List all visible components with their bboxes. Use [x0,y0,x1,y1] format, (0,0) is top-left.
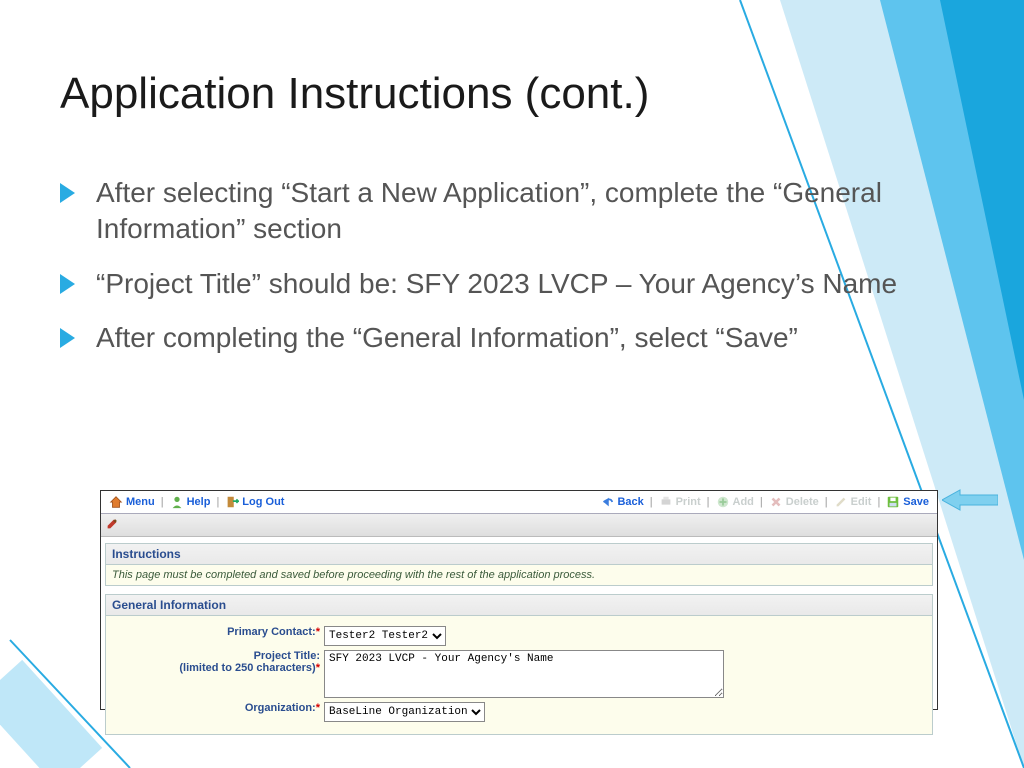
project-title-label: Project Title: (limited to 250 character… [110,650,324,674]
help-button[interactable]: Help [166,495,215,509]
instructions-header: Instructions [105,543,933,565]
paintbrush-icon [105,517,119,531]
delete-label: Delete [786,496,819,508]
home-icon [109,495,123,509]
edit-label: Edit [851,496,872,508]
toolbar-separator: | [159,496,166,508]
project-title-textarea[interactable] [324,650,724,698]
toolbar-separator: | [758,496,765,508]
toolbar-left-group: Menu | Help | Log Out [105,495,288,509]
project-title-row: Project Title: (limited to 250 character… [110,650,928,698]
help-label: Help [187,496,211,508]
primary-contact-select[interactable]: Tester2 Tester2 [324,626,446,646]
toolbar-separator: | [214,496,221,508]
toolbar-right-group: Back | Print | Add | Delete | Edit | [596,495,933,509]
bullet-triangle-icon [60,274,75,294]
primary-contact-label: Primary Contact:* [110,626,324,638]
toolbar-separator: | [648,496,655,508]
organization-select[interactable]: BaseLine Organization [324,702,485,722]
edit-button: Edit [830,495,876,509]
bullet-text: After completing the “General Informatio… [96,322,798,353]
logout-label: Log Out [242,496,284,508]
print-button: Print [655,495,705,509]
floppy-icon [886,495,900,509]
bullet-item: After selecting “Start a New Application… [60,175,900,248]
general-information-header: General Information [105,594,933,616]
toolbar-separator: | [875,496,882,508]
delete-button: Delete [765,495,823,509]
printer-icon [659,495,673,509]
general-information-form: Primary Contact:* Tester2 Tester2 Projec… [105,616,933,735]
back-label: Back [617,496,643,508]
instructions-note: This page must be completed and saved be… [105,565,933,586]
primary-contact-row: Primary Contact:* Tester2 Tester2 [110,626,928,646]
person-icon [170,495,184,509]
callout-arrow-left-icon [942,488,998,512]
toolbar-separator: | [705,496,712,508]
bullet-list: After selecting “Start a New Application… [60,175,900,375]
save-button[interactable]: Save [882,495,933,509]
embedded-app-screenshot: Menu | Help | Log Out Back | Print [100,490,938,710]
toolbar-separator: | [823,496,830,508]
bullet-triangle-icon [60,328,75,348]
slide-title: Application Instructions (cont.) [60,69,649,119]
app-toolbar: Menu | Help | Log Out Back | Print [101,491,937,514]
bullet-text: “Project Title” should be: SFY 2023 LVCP… [96,268,897,299]
menu-label: Menu [126,496,155,508]
door-icon [225,495,239,509]
plus-icon [716,495,730,509]
back-button[interactable]: Back [596,495,647,509]
x-icon [769,495,783,509]
logout-button[interactable]: Log Out [221,495,288,509]
panel-toolbar [101,514,937,537]
bullet-triangle-icon [60,183,75,203]
organization-row: Organization:* BaseLine Organization [110,702,928,722]
bullet-item: “Project Title” should be: SFY 2023 LVCP… [60,266,900,302]
print-label: Print [676,496,701,508]
organization-label: Organization:* [110,702,324,714]
save-label: Save [903,496,929,508]
pencil-icon [834,495,848,509]
bullet-text: After selecting “Start a New Application… [96,177,882,244]
menu-button[interactable]: Menu [105,495,159,509]
add-button: Add [712,495,758,509]
bullet-item: After completing the “General Informatio… [60,320,900,356]
add-label: Add [733,496,754,508]
arrow-left-icon [600,495,614,509]
